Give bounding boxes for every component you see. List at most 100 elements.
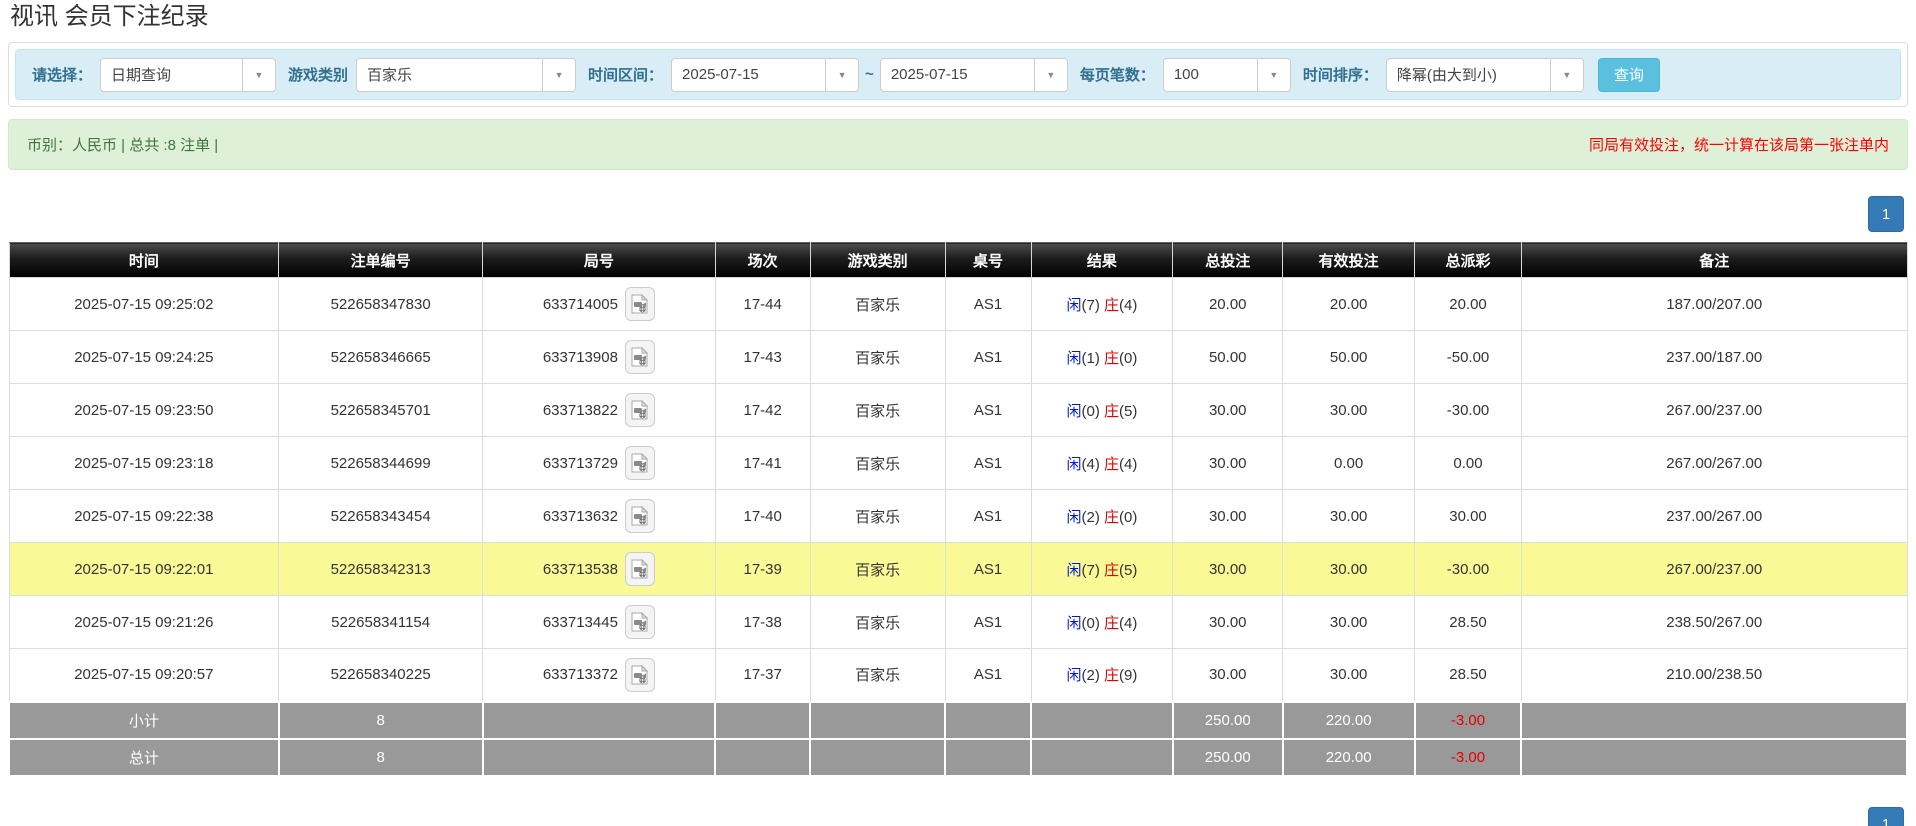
cell-note: 267.00/267.00 <box>1520 436 1908 490</box>
cell-time: 2025-07-15 09:22:38 <box>8 489 280 543</box>
cell-payout: 28.50 <box>1414 648 1522 702</box>
page: 视讯 会员下注纪录 请选择： 日期查询 ▼ 游戏类别 百家乐 ▼ 时间区间： 2… <box>0 0 1916 826</box>
cell-payout: 28.50 <box>1414 595 1522 649</box>
cell-valid-bet: 0.00 <box>1282 436 1416 490</box>
page-1-button[interactable]: 1 <box>1868 806 1904 826</box>
col-header-game-type: 游戏类别 <box>809 242 946 278</box>
subtotal-count: 8 <box>277 700 484 740</box>
total-label: 总计 <box>8 737 280 777</box>
cell-valid-bet: 50.00 <box>1282 330 1416 384</box>
cell-table-no: AS1 <box>944 330 1032 384</box>
col-header-result: 结果 <box>1030 242 1174 278</box>
betting-records-table: 时间 注单编号 局号 场次 游戏类别 桌号 结果 总投注 有效投注 总派彩 备注… <box>8 242 1908 777</box>
cell-payout: 20.00 <box>1414 277 1522 331</box>
cell-total-bet-link[interactable]: 30.00 <box>1172 383 1284 437</box>
chevron-down-icon[interactable]: ▼ <box>825 58 859 91</box>
cell-table-no: AS1 <box>944 436 1032 490</box>
sort-order-value: 降幂(由大到小) <box>1396 67 1497 84</box>
cell-note: 237.00/187.00 <box>1520 330 1908 384</box>
video-replay-button[interactable] <box>624 499 655 533</box>
query-type-select[interactable]: 日期查询 ▼ <box>100 57 277 92</box>
subtotal-valid-bet: 220.00 <box>1281 700 1416 740</box>
cell-total-bet-link[interactable]: 30.00 <box>1172 489 1284 543</box>
page-1-button[interactable]: 1 <box>1868 196 1904 232</box>
cell-time: 2025-07-15 09:23:50 <box>8 383 280 437</box>
cell-total-bet-link[interactable]: 30.00 <box>1172 648 1284 702</box>
video-icon <box>631 294 649 314</box>
cell-valid-bet: 30.00 <box>1282 489 1416 543</box>
cell-total-bet-link[interactable]: 50.00 <box>1172 330 1284 384</box>
col-header-time: 时间 <box>8 242 280 278</box>
chevron-down-icon[interactable]: ▼ <box>1033 58 1067 91</box>
chevron-down-icon[interactable]: ▼ <box>542 58 576 91</box>
cell-session: 17-37 <box>714 648 811 702</box>
chevron-down-icon[interactable]: ▼ <box>242 58 276 91</box>
select-type-label: 请选择： <box>32 67 93 84</box>
cell-round-id: 633713538 <box>482 542 716 596</box>
cell-game-type: 百家乐 <box>809 383 946 437</box>
video-icon <box>631 453 649 473</box>
cell-round-id: 633713372 <box>482 648 716 702</box>
cell-bet-id: 522658345701 <box>278 383 484 437</box>
cell-bet-id: 522658343454 <box>278 489 484 543</box>
cell-session: 17-41 <box>714 436 811 490</box>
video-replay-button[interactable] <box>624 552 655 586</box>
cell-result: 闲(7) 庄(4) <box>1030 277 1174 331</box>
col-header-total-bet: 总投注 <box>1172 242 1284 278</box>
search-button[interactable]: 查询 <box>1597 57 1660 92</box>
cell-time: 2025-07-15 09:23:18 <box>8 436 280 490</box>
total-count: 8 <box>277 737 484 777</box>
cell-note: 267.00/237.00 <box>1520 383 1908 437</box>
chevron-down-icon[interactable]: ▼ <box>1549 58 1583 91</box>
cell-note: 238.50/267.00 <box>1520 595 1908 649</box>
video-replay-button[interactable] <box>624 340 655 374</box>
date-to-select[interactable]: 2025-07-15 ▼ <box>879 57 1068 92</box>
cell-total-bet-link[interactable]: 30.00 <box>1172 542 1284 596</box>
sort-order-select[interactable]: 降幂(由大到小) ▼ <box>1385 57 1584 92</box>
col-header-valid-bet: 有效投注 <box>1282 242 1416 278</box>
valid-bet-notice: 同局有效投注，统一计算在该局第一张注单内 <box>1588 137 1889 154</box>
cell-round-id: 633713445 <box>482 595 716 649</box>
cell-total-bet-link[interactable]: 30.00 <box>1172 595 1284 649</box>
cell-note: 210.00/238.50 <box>1520 648 1908 702</box>
cell-note: 237.00/267.00 <box>1520 489 1908 543</box>
video-replay-button[interactable] <box>624 393 655 427</box>
date-from-select[interactable]: 2025-07-15 ▼ <box>671 57 860 92</box>
cell-payout: 30.00 <box>1414 489 1522 543</box>
video-icon <box>631 400 649 420</box>
cell-session: 17-43 <box>714 330 811 384</box>
cell-game-type: 百家乐 <box>809 436 946 490</box>
total-payout: -3.00 <box>1413 737 1523 777</box>
game-type-select[interactable]: 百家乐 ▼ <box>356 57 577 92</box>
video-replay-button[interactable] <box>624 287 655 321</box>
query-type-value: 日期查询 <box>111 67 172 84</box>
cell-table-no: AS1 <box>944 277 1032 331</box>
cell-time: 2025-07-15 09:22:01 <box>8 542 280 596</box>
page-size-select[interactable]: 100 ▼ <box>1162 57 1291 92</box>
chevron-down-icon[interactable]: ▼ <box>1256 58 1290 91</box>
cell-total-bet-link[interactable]: 30.00 <box>1172 436 1284 490</box>
col-header-note: 备注 <box>1520 242 1908 278</box>
cell-time: 2025-07-15 09:20:57 <box>8 648 280 702</box>
cell-game-type: 百家乐 <box>809 489 946 543</box>
currency-total-text: 币别：人民币 | 总共 :8 注单 | <box>27 137 219 154</box>
cell-valid-bet: 30.00 <box>1282 595 1416 649</box>
cell-payout: 0.00 <box>1414 436 1522 490</box>
total-row: 总计 8 250.00 220.00 -3.00 <box>8 737 1908 777</box>
cell-valid-bet: 30.00 <box>1282 648 1416 702</box>
game-type-value: 百家乐 <box>367 67 413 84</box>
cell-bet-id: 522658347830 <box>278 277 484 331</box>
video-replay-button[interactable] <box>624 446 655 480</box>
page-size-value: 100 <box>1173 66 1199 83</box>
cell-session: 17-42 <box>714 383 811 437</box>
cell-table-no: AS1 <box>944 383 1032 437</box>
cell-note: 187.00/207.00 <box>1520 277 1908 331</box>
video-replay-button[interactable] <box>624 605 655 639</box>
cell-game-type: 百家乐 <box>809 648 946 702</box>
video-replay-button[interactable] <box>624 657 655 692</box>
cell-total-bet-link[interactable]: 20.00 <box>1172 277 1284 331</box>
cell-table-no: AS1 <box>944 648 1032 702</box>
cell-game-type: 百家乐 <box>809 277 946 331</box>
cell-game-type: 百家乐 <box>809 542 946 596</box>
cell-time: 2025-07-15 09:24:25 <box>8 330 280 384</box>
